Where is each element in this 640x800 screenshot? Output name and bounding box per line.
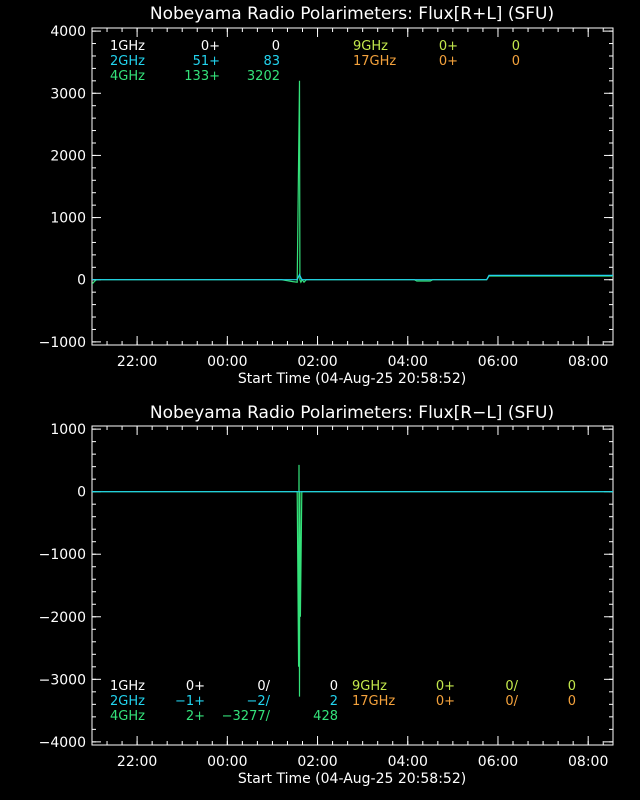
polarimeter-charts: Nobeyama Radio Polarimeters: Flux[R+L] (… (0, 0, 640, 800)
legend-value: 0+ (201, 39, 220, 54)
legend-value: 0+ (436, 679, 455, 694)
x-axis-label: Start Time (04-Aug-25 20:58:52) (238, 371, 466, 387)
y-tick-label: −2000 (39, 610, 86, 626)
legend-frequency-label: 9GHz (352, 679, 387, 694)
y-tick-label: 0 (77, 485, 86, 501)
legend-value: 0+ (186, 679, 205, 694)
y-tick-label: 0 (77, 273, 86, 289)
x-tick-label: 22:00 (117, 754, 157, 770)
legend-value: 0 (568, 679, 576, 694)
x-tick-label: 06:00 (478, 754, 518, 770)
legend-value: 83 (263, 54, 280, 69)
legend-value: 0+ (439, 39, 458, 54)
y-tick-label: −1000 (39, 335, 86, 351)
y-tick-label: 1000 (50, 211, 86, 227)
legend-value: 0 (330, 679, 338, 694)
y-tick-label: −3000 (39, 672, 86, 688)
legend-value: 2+ (186, 709, 205, 724)
legend-value: −2/ (246, 694, 270, 709)
x-tick-label: 22:00 (117, 354, 157, 370)
legend-value: 0+ (436, 694, 455, 709)
y-tick-label: 1000 (50, 422, 86, 438)
y-tick-label: −4000 (39, 735, 86, 751)
chart-title: Nobeyama Radio Polarimeters: Flux[R+L] (… (150, 4, 554, 24)
legend-frequency-label: 4GHz (110, 709, 145, 724)
x-tick-label: 08:00 (568, 354, 608, 370)
legend-value: 2 (330, 694, 338, 709)
legend-frequency-label: 4GHz (110, 69, 145, 84)
y-tick-label: 3000 (50, 86, 86, 102)
legend-frequency-label: 9GHz (353, 39, 388, 54)
legend-frequency-label: 1GHz (110, 39, 145, 54)
legend-frequency-label: 2GHz (110, 54, 145, 69)
legend-value: 0 (272, 39, 280, 54)
legend-frequency-label: 2GHz (110, 694, 145, 709)
x-axis-label: Start Time (04-Aug-25 20:58:52) (238, 771, 466, 787)
x-tick-label: 02:00 (297, 354, 337, 370)
x-tick-label: 00:00 (207, 354, 247, 370)
legend-value: 0 (512, 54, 520, 69)
legend-value: 0/ (505, 679, 518, 694)
x-tick-label: 04:00 (388, 754, 428, 770)
x-tick-label: 06:00 (478, 354, 518, 370)
legend-value: 428 (313, 709, 338, 724)
y-tick-label: 4000 (50, 24, 86, 40)
legend-value: 51+ (193, 54, 220, 69)
legend-frequency-label: 1GHz (110, 679, 145, 694)
legend-value: 0/ (257, 679, 270, 694)
x-tick-label: 04:00 (388, 354, 428, 370)
legend-frequency-label: 17GHz (352, 694, 395, 709)
y-tick-label: −1000 (39, 547, 86, 563)
legend-value: −1+ (175, 694, 205, 709)
chart-title: Nobeyama Radio Polarimeters: Flux[R−L] (… (150, 403, 554, 423)
chart-background (0, 0, 640, 800)
legend-value: 0+ (439, 54, 458, 69)
legend-value: 133+ (184, 69, 220, 84)
legend-value: 0/ (505, 694, 518, 709)
legend-value: 0 (568, 694, 576, 709)
legend-value: 0 (512, 39, 520, 54)
x-tick-label: 02:00 (297, 754, 337, 770)
y-tick-label: 2000 (50, 148, 86, 164)
legend-frequency-label: 17GHz (353, 54, 396, 69)
legend-value: 3202 (247, 69, 280, 84)
x-tick-label: 00:00 (207, 754, 247, 770)
x-tick-label: 08:00 (568, 754, 608, 770)
legend-value: −3277/ (222, 709, 271, 724)
